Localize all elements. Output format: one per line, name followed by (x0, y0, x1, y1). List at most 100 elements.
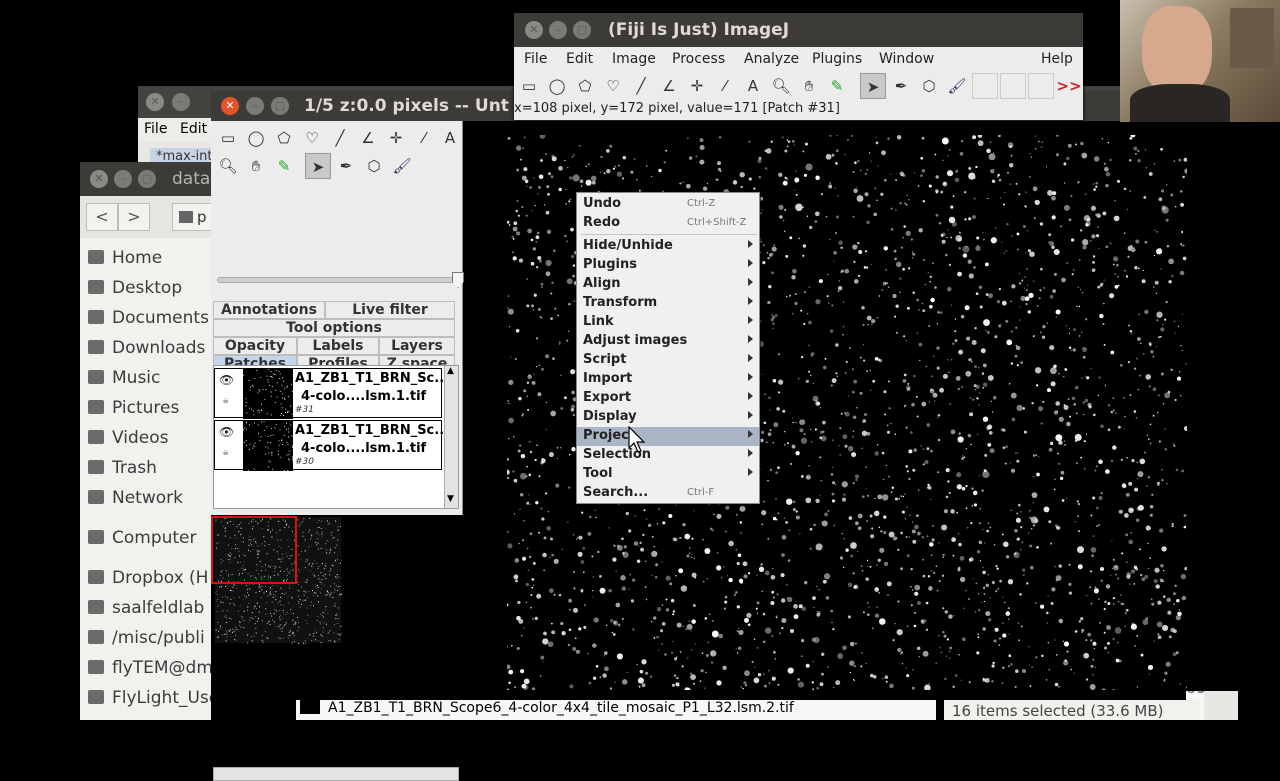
empty-tool-slot[interactable] (1000, 73, 1026, 99)
minimize-button[interactable]: – (172, 93, 190, 111)
navigator-overview[interactable] (211, 515, 463, 765)
menu-item-undo[interactable]: UndoCtrl-Z (577, 195, 759, 214)
sidebar-item-8[interactable]: Trash (88, 458, 157, 486)
wand-tool-icon[interactable]: ⁄ (712, 73, 738, 99)
scroll-down-icon[interactable]: ▼ (447, 494, 454, 504)
angle-tool-icon[interactable]: ∠ (656, 73, 682, 99)
menu-item-tool[interactable]: Tool (577, 465, 759, 484)
tab-annotations[interactable]: Annotations (213, 301, 325, 319)
scroll-up-icon[interactable]: ▲ (447, 366, 454, 376)
eye-icon[interactable]: 👁︎ (219, 373, 234, 387)
menu-item-plugins[interactable]: Plugins (577, 256, 759, 275)
brush-tool-icon[interactable]: 🖌︎ (389, 153, 415, 179)
point-tool-icon[interactable]: ✛ (383, 125, 409, 151)
text-tool-icon[interactable]: A (437, 125, 463, 151)
pen-tool-icon[interactable]: ✒ (888, 73, 914, 99)
sidebar-item-14[interactable]: flyTEM@dm (88, 658, 213, 686)
menu-item-redo[interactable]: RedoCtrl+Shift-Z (577, 214, 759, 233)
tab-labels[interactable]: Labels (297, 337, 379, 355)
minimize-button[interactable]: – (114, 170, 132, 188)
menu-edit[interactable]: Edit (566, 51, 593, 67)
sidebar-item-12[interactable]: saalfeldlab (88, 598, 204, 626)
forward-button[interactable]: > (118, 203, 150, 231)
line-tool-icon[interactable]: ╱ (327, 125, 353, 151)
close-button[interactable]: ✕ (90, 170, 108, 188)
tab-opacity[interactable]: Opacity (213, 337, 297, 355)
text-tool-icon[interactable]: A (740, 73, 766, 99)
fill-tool-icon[interactable]: ⬡ (916, 73, 942, 99)
hand-tool-icon[interactable]: ✋︎ (243, 153, 269, 179)
rectangle-tool-icon[interactable]: ▭ (215, 125, 241, 151)
sidebar-item-9[interactable]: Network (88, 488, 183, 516)
sidebar-item-11[interactable]: Dropbox (H (88, 568, 208, 596)
sidebar-item-1[interactable]: Home (88, 248, 162, 276)
sidebar-item-3[interactable]: Documents (88, 308, 209, 336)
menu-item-project[interactable]: Project (577, 427, 759, 446)
menu-item-display[interactable]: Display (577, 408, 759, 427)
lock-icon[interactable]: 🔒︎ (223, 395, 228, 406)
menu-item-export[interactable]: Export (577, 389, 759, 408)
line-tool-icon[interactable]: ╱ (628, 73, 654, 99)
sidebar-item-6[interactable]: Pictures (88, 398, 179, 426)
menu-plugins[interactable]: Plugins (812, 51, 862, 67)
freehand-tool-icon[interactable]: ♡ (600, 73, 626, 99)
menu-edit[interactable]: Edit (180, 121, 207, 137)
close-button[interactable]: ✕ (525, 21, 543, 39)
file-list-row[interactable]: A1_ZB1_T1_BRN_Scope6_4-color_4x4_tile_mo… (296, 700, 936, 720)
patch-list-scrollbar[interactable]: ▲ ▼ (444, 366, 458, 508)
layer-slider[interactable] (217, 277, 457, 283)
menu-item-align[interactable]: Align (577, 275, 759, 294)
menu-item-search[interactable]: Search...Ctrl-F (577, 484, 759, 503)
menu-item-transform[interactable]: Transform (577, 294, 759, 313)
menu-item-import[interactable]: Import (577, 370, 759, 389)
sidebar-item-10[interactable]: Computer (88, 528, 197, 556)
more-tools-button[interactable]: >> (1056, 73, 1082, 99)
sidebar-item-4[interactable]: Downloads (88, 338, 205, 366)
dropper-tool-icon[interactable]: ✎ (824, 73, 850, 99)
menu-image[interactable]: Image (612, 51, 656, 67)
freehand-tool-icon[interactable]: ♡ (299, 125, 325, 151)
hand-tool-icon[interactable]: ✋︎ (796, 73, 822, 99)
slider-thumb[interactable] (452, 272, 464, 288)
empty-tool-slot[interactable] (1028, 73, 1054, 99)
menu-item-adjust-images[interactable]: Adjust images (577, 332, 759, 351)
maximize-button[interactable]: ▢ (573, 21, 591, 39)
select-tool-icon[interactable]: ➤ (860, 73, 886, 99)
tab-tool-options[interactable]: Tool options (213, 319, 455, 337)
menu-help[interactable]: Help (1041, 51, 1073, 67)
wand-tool-icon[interactable]: ⁄ (411, 125, 437, 151)
empty-tool-slot[interactable] (972, 73, 998, 99)
pen-tool-icon[interactable]: ✒ (333, 153, 359, 179)
close-button[interactable]: ✕ (221, 97, 239, 115)
horizontal-scrollbar[interactable] (213, 767, 459, 781)
patch-row[interactable]: 👁︎ 🔒︎ A1_ZB1_T1_BRN_Sc... 4-colo....lsm.… (214, 420, 442, 470)
menu-process[interactable]: Process (672, 51, 725, 67)
polygon-tool-icon[interactable]: ⬠ (572, 73, 598, 99)
maximize-button[interactable]: ▢ (271, 97, 289, 115)
point-tool-icon[interactable]: ✛ (684, 73, 710, 99)
sidebar-item-13[interactable]: /misc/publi (88, 628, 205, 656)
sidebar-item-7[interactable]: Videos (88, 428, 169, 456)
menu-item-selection[interactable]: Selection (577, 446, 759, 465)
rectangle-tool-icon[interactable]: ▭ (516, 73, 542, 99)
tab-layers[interactable]: Layers (379, 337, 455, 355)
sidebar-item-2[interactable]: Desktop (88, 278, 182, 306)
polygon-tool-icon[interactable]: ⬠ (271, 125, 297, 151)
menu-item-link[interactable]: Link (577, 313, 759, 332)
select-tool-icon[interactable]: ➤ (305, 153, 331, 179)
zoom-tool-icon[interactable]: 🔍︎ (215, 153, 241, 179)
back-button[interactable]: < (86, 203, 118, 231)
tab-live-filter[interactable]: Live filter (325, 301, 455, 319)
dropper-tool-icon[interactable]: ✎ (271, 153, 297, 179)
oval-tool-icon[interactable]: ◯ (243, 125, 269, 151)
fill-tool-icon[interactable]: ⬡ (361, 153, 387, 179)
maximize-button[interactable]: ▢ (138, 170, 156, 188)
angle-tool-icon[interactable]: ∠ (355, 125, 381, 151)
minimize-button[interactable]: – (549, 21, 567, 39)
close-button[interactable]: ✕ (146, 93, 164, 111)
menu-file[interactable]: File (524, 51, 547, 67)
menu-item-script[interactable]: Script (577, 351, 759, 370)
lock-icon[interactable]: 🔒︎ (223, 447, 228, 458)
eye-icon[interactable]: 👁︎ (219, 425, 234, 439)
menu-window[interactable]: Window (879, 51, 934, 67)
